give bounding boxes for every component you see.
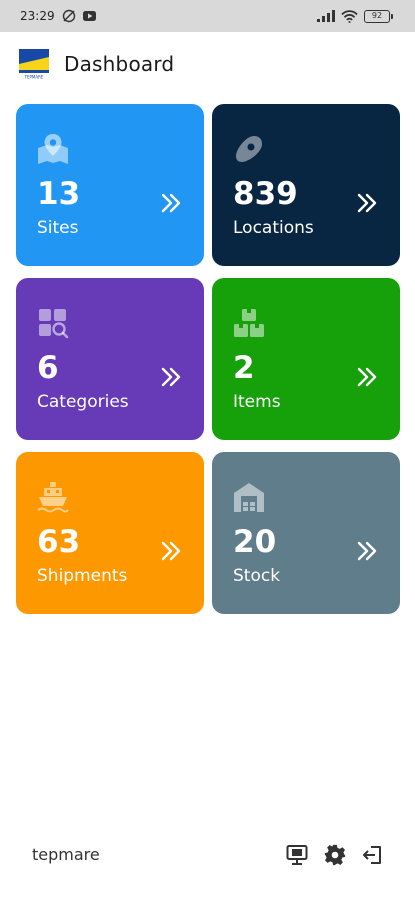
- card-categories[interactable]: 6 Categories: [16, 278, 204, 440]
- youtube-icon: [82, 11, 96, 21]
- footer-brand: tepmare: [32, 845, 100, 864]
- signal-icon: [317, 10, 335, 22]
- card-label: Items: [233, 392, 281, 412]
- ship-icon: [37, 482, 69, 513]
- card-count: 63: [37, 524, 81, 560]
- card-label: Categories: [37, 392, 129, 412]
- double-chevron-right-icon: [357, 541, 377, 561]
- card-count: 13: [37, 176, 81, 212]
- card-stock[interactable]: 20 Stock: [212, 452, 400, 614]
- battery-level: 92: [364, 9, 390, 23]
- warehouse-icon: [234, 483, 264, 512]
- map-pin-icon: [38, 134, 68, 164]
- tepmare-logo: TEPMARE: [18, 48, 50, 80]
- card-items[interactable]: 2 Items: [212, 278, 400, 440]
- double-chevron-right-icon: [357, 193, 377, 213]
- card-label: Shipments: [37, 566, 128, 586]
- boxes-icon: [234, 309, 264, 337]
- dashboard-grid: 13 Sites 839 Locations 6 Categories 2 It…: [16, 104, 400, 614]
- status-bar-right: 92: [317, 9, 393, 23]
- monitor-icon[interactable]: [285, 843, 309, 867]
- card-count: 2: [233, 350, 255, 386]
- card-label: Stock: [233, 566, 281, 586]
- category-search-icon: [39, 309, 69, 339]
- card-label: Locations: [233, 218, 314, 238]
- status-bar: 23:29 92: [0, 0, 415, 32]
- double-chevron-right-icon: [161, 541, 181, 561]
- card-shipments[interactable]: 63 Shipments: [16, 452, 204, 614]
- double-chevron-right-icon: [357, 367, 377, 387]
- card-sites[interactable]: 13 Sites: [16, 104, 204, 266]
- do-not-disturb-icon: [62, 9, 76, 23]
- app-header: TEPMARE Dashboard: [18, 46, 174, 82]
- card-locations[interactable]: 839 Locations: [212, 104, 400, 266]
- status-bar-left: 23:29: [20, 9, 96, 23]
- wifi-icon: [341, 9, 358, 23]
- svg-text:TEPMARE: TEPMARE: [24, 75, 44, 80]
- settings-icon[interactable]: [323, 843, 347, 867]
- location-marker-icon: [236, 136, 262, 162]
- double-chevron-right-icon: [161, 193, 181, 213]
- double-chevron-right-icon: [161, 367, 181, 387]
- card-count: 839: [233, 176, 298, 212]
- card-count: 20: [233, 524, 277, 560]
- battery-icon: 92: [364, 9, 393, 23]
- status-time: 23:29: [20, 9, 55, 23]
- logout-icon[interactable]: [361, 843, 385, 867]
- page-title: Dashboard: [64, 52, 175, 76]
- footer-actions: [285, 843, 385, 867]
- card-count: 6: [37, 350, 59, 386]
- card-label: Sites: [37, 218, 79, 238]
